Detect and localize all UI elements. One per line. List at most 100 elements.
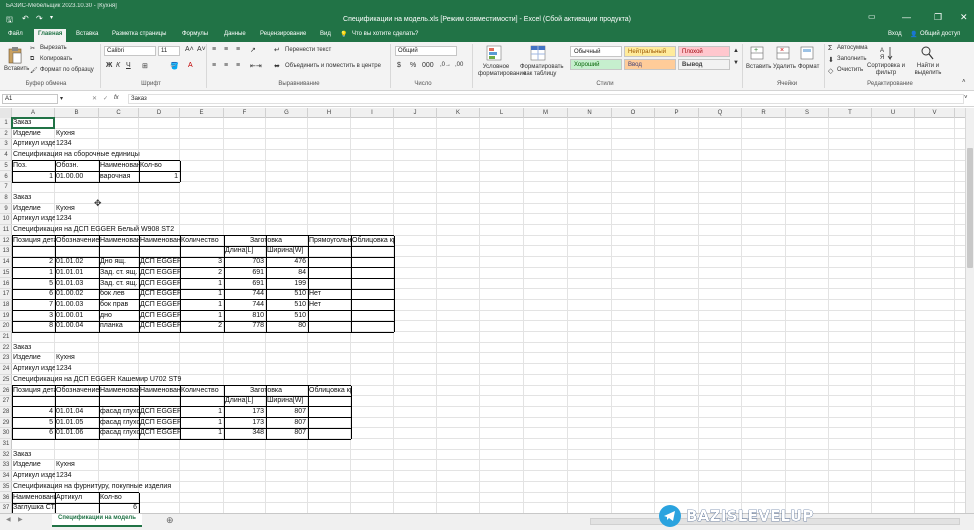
- fill-color-icon[interactable]: 🪣: [170, 62, 179, 70]
- copy-button[interactable]: Копировать: [40, 56, 72, 62]
- cell-a4[interactable]: Спецификация на сборочные единицы: [12, 150, 140, 161]
- cell-b18[interactable]: 01.00.03: [55, 300, 99, 311]
- cell-a30[interactable]: 6: [12, 428, 55, 439]
- sort-filter-icon[interactable]: AЯ: [880, 45, 894, 61]
- cell-g13[interactable]: Ширина[W]: [266, 246, 308, 257]
- orientation-icon[interactable]: ↗: [250, 46, 256, 54]
- row-header-25[interactable]: 25: [0, 375, 12, 386]
- style-bad[interactable]: Плохой: [678, 46, 730, 57]
- row-header-26[interactable]: 26: [0, 386, 12, 397]
- cell-a6[interactable]: 1: [12, 172, 55, 183]
- cell-e17[interactable]: 1: [180, 289, 224, 300]
- row-header-36[interactable]: 36: [0, 493, 12, 504]
- row-header-34[interactable]: 34: [0, 471, 12, 482]
- cell-a16[interactable]: 5: [12, 279, 55, 290]
- row-header-17[interactable]: 17: [0, 289, 12, 300]
- cell-f30[interactable]: 348: [224, 428, 266, 439]
- cell-f17[interactable]: 744: [224, 289, 266, 300]
- format-painter-icon[interactable]: 🖌: [30, 67, 38, 74]
- cell-f14[interactable]: 703: [224, 257, 266, 268]
- bold-icon[interactable]: Ж: [106, 62, 112, 69]
- align-center-icon[interactable]: ≡: [224, 62, 228, 69]
- cell-c17[interactable]: бок лев: [99, 289, 139, 300]
- delete-cells-button[interactable]: Удалить: [773, 64, 796, 70]
- cell-i12[interactable]: Облицовка кромкой: [351, 236, 394, 247]
- cell-g27[interactable]: Ширина[W]: [266, 396, 308, 407]
- cell-a5[interactable]: Поз.: [12, 161, 55, 172]
- cell-f27[interactable]: Длина[L]: [224, 396, 266, 407]
- column-header-e[interactable]: E: [180, 108, 224, 118]
- cell-c14[interactable]: Дно ящ.: [99, 257, 139, 268]
- column-header-s[interactable]: S: [786, 108, 829, 118]
- tab-review[interactable]: Рецензирование: [260, 31, 306, 37]
- row-header-2[interactable]: 2: [0, 129, 12, 140]
- cell-a37[interactable]: Заглушка СТАНДАРТ: [12, 503, 55, 513]
- prev-sheet-icon[interactable]: ◀: [6, 516, 11, 523]
- row-header-13[interactable]: 13: [0, 246, 12, 258]
- cell-a24[interactable]: Артикул изделия: [12, 364, 55, 375]
- cell-f12[interactable]: Заготовка: [224, 236, 308, 247]
- align-right-icon[interactable]: ≡: [236, 62, 240, 69]
- cell-f13[interactable]: Длина[L]: [224, 246, 266, 257]
- tab-data[interactable]: Данные: [224, 31, 246, 37]
- cell-a10[interactable]: Артикул изделия: [12, 214, 55, 225]
- row-header-4[interactable]: 4: [0, 150, 12, 161]
- cell-b5[interactable]: Обозн.: [55, 161, 99, 172]
- tab-insert[interactable]: Вставка: [76, 31, 98, 37]
- insert-cells-icon[interactable]: +: [750, 45, 764, 61]
- row-header-6[interactable]: 6: [0, 172, 12, 183]
- fill-button[interactable]: Заполнить: [837, 56, 866, 62]
- align-left-icon[interactable]: ≡: [212, 62, 216, 69]
- signin-link[interactable]: Вход: [888, 31, 902, 37]
- row-header-18[interactable]: 18: [0, 300, 12, 311]
- autosum-button[interactable]: Автосумма: [837, 45, 868, 51]
- find-select-icon[interactable]: [920, 45, 934, 61]
- row-header-15[interactable]: 15: [0, 268, 12, 279]
- cell-b3[interactable]: 1234: [55, 139, 99, 150]
- cell-a35[interactable]: Спецификация на фурнитуру, покупные изде…: [12, 482, 171, 493]
- row-header-37[interactable]: 37: [0, 503, 12, 513]
- cell-a3[interactable]: Артикул изделия: [12, 139, 55, 150]
- column-header-l[interactable]: L: [480, 108, 524, 118]
- cell-a17[interactable]: 6: [12, 289, 55, 300]
- row-header-9[interactable]: 9: [0, 204, 12, 215]
- cell-b24[interactable]: 1234: [55, 364, 99, 375]
- cell-a15[interactable]: 1: [12, 268, 55, 279]
- cell-e18[interactable]: 1: [180, 300, 224, 311]
- cell-a36[interactable]: Наименование: [12, 493, 55, 504]
- cell-c5[interactable]: Наименование: [99, 161, 139, 172]
- row-header-21[interactable]: 21: [0, 332, 12, 343]
- cut-icon[interactable]: ✂: [30, 45, 35, 52]
- row-header-11[interactable]: 11: [0, 225, 12, 236]
- row-header-14[interactable]: 14: [0, 257, 12, 268]
- cell-a8[interactable]: Заказ: [12, 193, 55, 204]
- name-box-dropdown-icon[interactable]: ▾: [60, 95, 63, 102]
- column-header-r[interactable]: R: [742, 108, 786, 118]
- cell-e19[interactable]: 1: [180, 311, 224, 322]
- insert-cells-button[interactable]: Вставить: [746, 64, 771, 70]
- restore-button[interactable]: ❐: [934, 12, 942, 23]
- cell-c37[interactable]: 6: [99, 503, 139, 513]
- style-input[interactable]: Ввод: [624, 59, 676, 70]
- tab-view[interactable]: Вид: [320, 31, 331, 37]
- underline-icon[interactable]: Ч: [126, 62, 131, 69]
- cell-g16[interactable]: 199: [266, 279, 308, 290]
- row-header-10[interactable]: 10: [0, 214, 12, 225]
- cell-d28[interactable]: ДСП EGGER Кашемир: [139, 407, 180, 418]
- row-header-16[interactable]: 16: [0, 279, 12, 290]
- cell-b9[interactable]: Кухня: [55, 204, 99, 215]
- cell-c29[interactable]: фасад глухой: [99, 418, 139, 429]
- copy-icon[interactable]: ⧉: [30, 56, 34, 63]
- format-painter-button[interactable]: Формат по образцу: [40, 67, 94, 73]
- cell-a9[interactable]: Изделие: [12, 204, 55, 215]
- cell-a25[interactable]: Спецификация на ДСП EGGER Кашемир U702 S…: [12, 375, 181, 386]
- row-header-20[interactable]: 20: [0, 321, 12, 332]
- align-top-icon[interactable]: ≡: [212, 46, 216, 53]
- row-header-12[interactable]: 12: [0, 236, 12, 247]
- cell-e29[interactable]: 1: [180, 418, 224, 429]
- cell-f29[interactable]: 173: [224, 418, 266, 429]
- cell-f16[interactable]: 691: [224, 279, 266, 290]
- collapse-ribbon-icon[interactable]: ˄: [962, 79, 966, 85]
- paste-icon[interactable]: [8, 46, 22, 64]
- row-header-22[interactable]: 22: [0, 343, 12, 354]
